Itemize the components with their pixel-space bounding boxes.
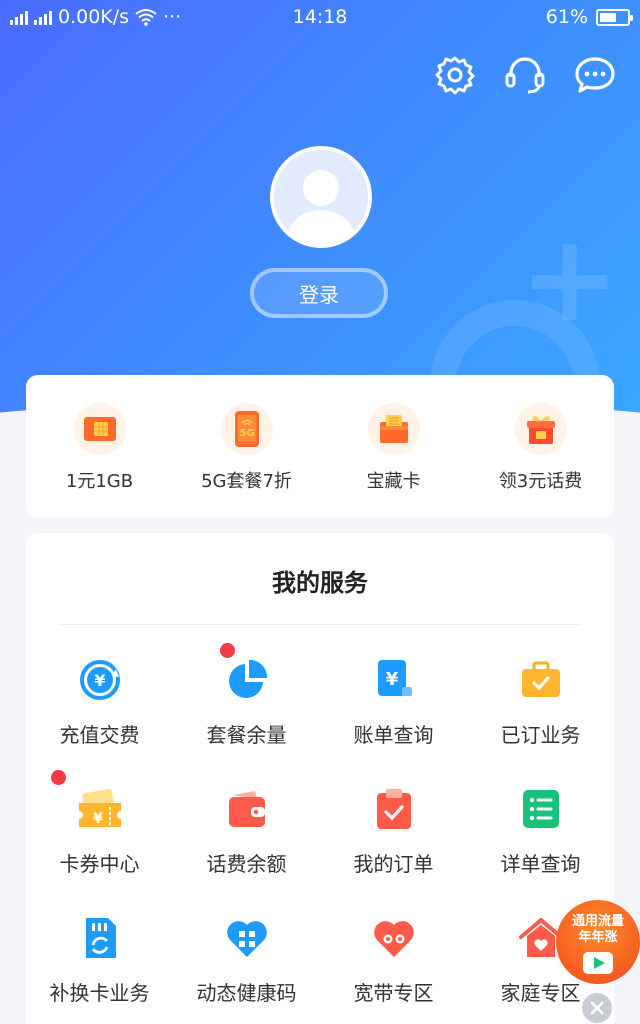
- decorative-plus: +: [519, 210, 620, 349]
- wifi-icon: [135, 9, 157, 26]
- svg-text:¥: ¥: [93, 811, 103, 827]
- service-plan-balance[interactable]: 套餐余量: [173, 643, 320, 748]
- signal-icon-2: [34, 9, 52, 25]
- broadband-heart-icon: [369, 913, 419, 963]
- promo-treasure-card[interactable]: 宝藏卡: [329, 403, 459, 517]
- services-grid: ¥ 充值交费 套餐余量 ¥ 账单查询 已订业务 ¥ 卡券中心 话费余额 我的订单…: [26, 625, 614, 1006]
- services-title: 我的服务: [272, 569, 368, 597]
- floating-promo-badge[interactable]: 通用流量 年年涨: [556, 900, 640, 984]
- more-indicator: ···: [163, 6, 182, 28]
- service-credit-balance[interactable]: 话费余额: [173, 784, 320, 877]
- service-detail-query[interactable]: 详单查询: [467, 784, 614, 877]
- promo-label: 宝藏卡: [366, 471, 421, 492]
- customer-service-icon[interactable]: [504, 54, 546, 96]
- sim-card-icon: [73, 403, 126, 455]
- promo-5g-discount[interactable]: 5G 5G套餐7折: [182, 403, 312, 517]
- treasure-card-icon: [367, 403, 420, 455]
- svg-text:5G: 5G: [239, 428, 254, 439]
- promo-card: 1元1GB 5G 5G套餐7折 宝藏卡 领3元话费: [26, 375, 614, 517]
- svg-text:¥: ¥: [94, 671, 105, 690]
- sim-replace-icon: [75, 913, 125, 963]
- close-icon[interactable]: [582, 993, 612, 1023]
- promo-line-2: 年年涨: [578, 930, 618, 945]
- list-detail-icon: [516, 784, 566, 834]
- service-recharge[interactable]: ¥ 充值交费: [26, 655, 173, 748]
- play-icon: [583, 952, 613, 974]
- pie-chart-icon: [219, 643, 272, 705]
- network-speed: 0.00K/s: [58, 6, 130, 28]
- service-label: 家庭专区: [500, 981, 581, 1005]
- service-coupon-center[interactable]: ¥ 卡券中心: [26, 770, 173, 877]
- order-clipboard-icon: [369, 784, 419, 834]
- notification-badge: [219, 643, 235, 658]
- service-my-orders[interactable]: 我的订单: [320, 784, 467, 877]
- service-bill-query[interactable]: ¥ 账单查询: [320, 655, 467, 748]
- promo-label: 5G套餐7折: [201, 471, 292, 492]
- settings-icon[interactable]: [434, 54, 476, 96]
- service-label: 我的订单: [353, 852, 434, 876]
- service-label: 话费余额: [206, 852, 287, 876]
- status-bar: 0.00K/s ··· 14:18 61%: [0, 0, 640, 34]
- wallet-icon: [222, 784, 272, 834]
- promo-1yuan-1gb[interactable]: 1元1GB: [35, 403, 165, 517]
- message-icon[interactable]: [574, 54, 616, 96]
- service-health-code[interactable]: 动态健康码: [173, 913, 320, 1006]
- battery-percent: 61%: [545, 6, 588, 28]
- service-label: 补换卡业务: [49, 981, 150, 1005]
- service-label: 套餐余量: [206, 723, 287, 747]
- promo-label: 1元1GB: [65, 471, 134, 492]
- avatar[interactable]: [270, 146, 372, 248]
- service-label: 已订业务: [500, 723, 581, 747]
- service-sim-replace[interactable]: 补换卡业务: [26, 913, 173, 1006]
- coupon-icon: ¥: [50, 770, 125, 834]
- service-label: 宽带专区: [353, 981, 434, 1005]
- recharge-icon: ¥: [75, 655, 125, 705]
- signal-icon-1: [10, 9, 28, 25]
- service-subscribed[interactable]: 已订业务: [467, 655, 614, 748]
- service-label: 详单查询: [500, 852, 581, 876]
- my-services-card: 我的服务 ¥ 充值交费 套餐余量 ¥ 账单查询 已订业务 ¥ 卡券中心 话费余额…: [26, 533, 614, 1024]
- gift-icon: [514, 403, 567, 455]
- promo-line-1: 通用流量: [571, 914, 624, 929]
- 5g-phone-icon: 5G: [220, 403, 273, 455]
- promo-3yuan-credit[interactable]: 领3元话费: [476, 403, 606, 517]
- service-label: 动态健康码: [196, 981, 297, 1005]
- service-label: 卡券中心: [59, 852, 140, 876]
- promo-label: 领3元话费: [498, 471, 583, 492]
- login-button[interactable]: 登录: [250, 268, 388, 318]
- health-code-icon: [222, 913, 272, 963]
- notification-badge: [50, 770, 66, 785]
- service-label: 账单查询: [353, 723, 434, 747]
- service-broadband[interactable]: 宽带专区: [320, 913, 467, 1006]
- header-actions: [434, 54, 616, 96]
- battery-icon: [596, 8, 633, 26]
- service-label: 充值交费: [59, 723, 140, 747]
- briefcase-icon: [516, 655, 566, 705]
- bill-icon: ¥: [369, 655, 419, 705]
- svg-text:¥: ¥: [385, 669, 398, 690]
